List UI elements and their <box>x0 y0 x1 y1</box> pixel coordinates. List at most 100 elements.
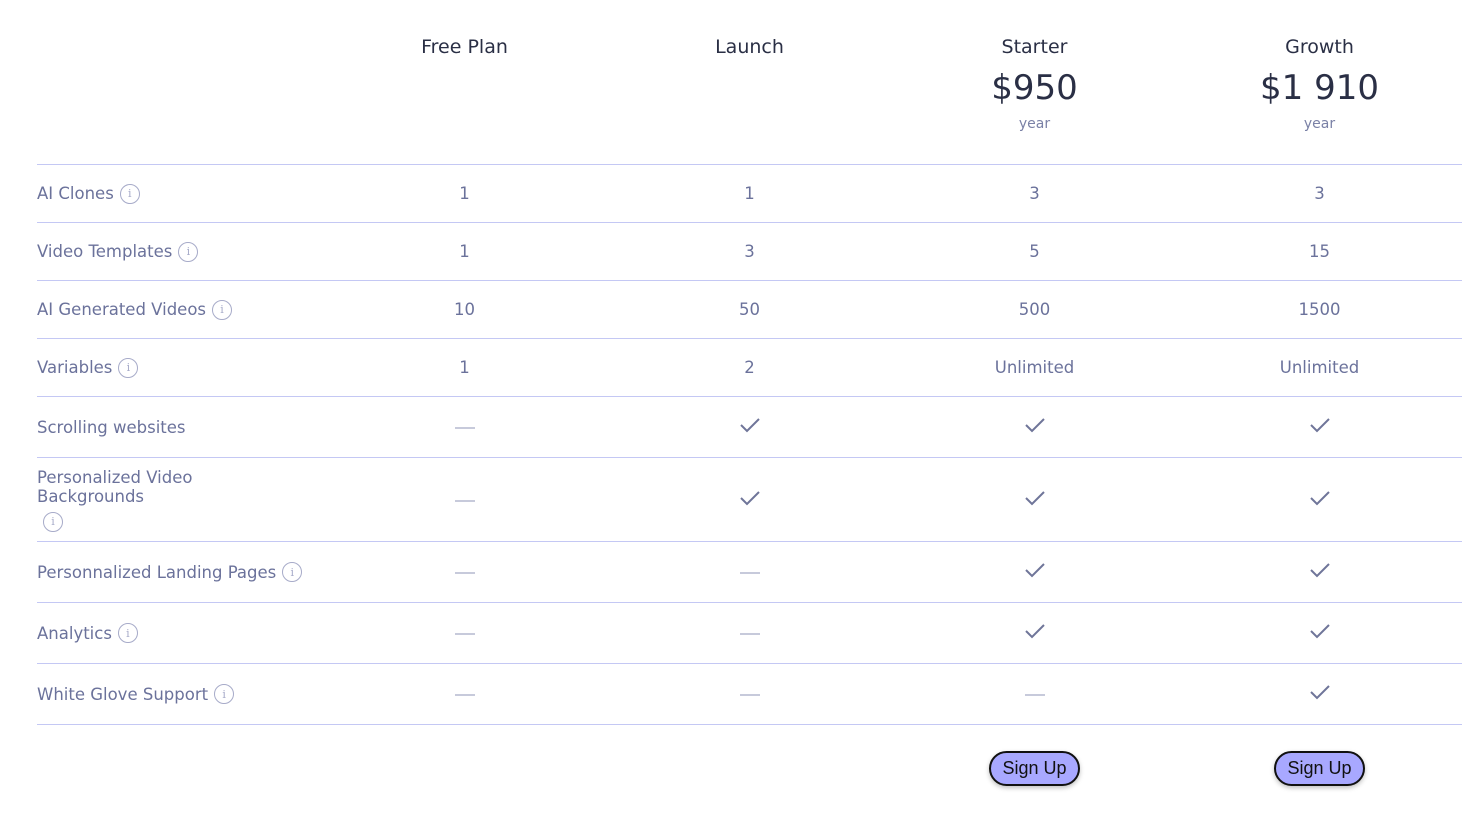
feature-value: 500 <box>892 300 1177 319</box>
plan-header-2: Starter $950 year <box>892 0 1177 164</box>
feature-value <box>322 563 607 582</box>
feature-label: Personnalized Landing Pages i <box>37 562 322 582</box>
feature-value <box>1177 622 1462 644</box>
checkmark-icon <box>739 489 761 511</box>
feature-value <box>607 624 892 643</box>
dash-icon <box>454 572 475 574</box>
info-icon[interactable]: i <box>178 241 199 262</box>
value-text: 3 <box>744 242 755 261</box>
info-icon[interactable]: i <box>119 183 140 204</box>
feature-value: 5 <box>892 242 1177 261</box>
plan-price: $1 910 <box>1260 68 1379 108</box>
feature-value <box>892 561 1177 583</box>
table-row: Personalized Video Backgrounds i <box>37 458 1462 542</box>
feature-label: White Glove Support i <box>37 684 322 704</box>
feature-value <box>607 489 892 511</box>
feature-label: Scrolling websites <box>37 418 322 437</box>
dash-icon <box>739 633 760 635</box>
feature-value <box>1177 489 1462 511</box>
table-row: Video Templates i 1 3 5 15 <box>37 223 1462 281</box>
table-footer: Sign Up Sign Up <box>37 725 1462 811</box>
feature-value: Unlimited <box>1177 358 1462 377</box>
feature-name: Analytics <box>37 623 112 643</box>
feature-name: White Glove Support <box>37 684 209 704</box>
feature-value <box>322 490 607 509</box>
value-text: 500 <box>1018 300 1051 319</box>
checkmark-icon <box>1309 416 1331 438</box>
info-icon[interactable]: i <box>214 684 235 704</box>
value-text: 50 <box>739 300 760 319</box>
dash-icon <box>454 633 475 635</box>
feature-name: Variables <box>37 358 113 377</box>
info-icon[interactable]: i <box>282 562 303 582</box>
checkmark-icon <box>1024 416 1046 438</box>
table-row: AI Generated Videos i 10 50 500 1500 <box>37 281 1462 339</box>
feature-value: 1 <box>322 242 607 261</box>
value-text: 3 <box>1314 184 1325 203</box>
checkmark-icon <box>1309 489 1331 511</box>
info-icon[interactable]: i <box>118 357 139 378</box>
info-icon[interactable]: i <box>212 299 233 320</box>
feature-name: Personalized Video Backgrounds <box>37 467 193 506</box>
table-row: Variables i 1 2 Unlimited Unlimited <box>37 339 1462 397</box>
feature-value <box>607 416 892 438</box>
plan-name: Launch <box>715 36 784 58</box>
feature-value: 1 <box>322 184 607 203</box>
feature-label: Variables i <box>37 357 322 378</box>
dash-icon <box>739 694 760 696</box>
plan-header-0: Free Plan <box>322 0 607 164</box>
checkmark-icon <box>1309 561 1331 583</box>
sign-up-button[interactable]: Sign Up <box>989 750 1080 786</box>
checkmark-icon <box>1024 561 1046 583</box>
feature-value: 1500 <box>1177 300 1462 319</box>
checkmark-icon <box>1024 622 1046 644</box>
value-text: 15 <box>1309 242 1330 261</box>
dash-icon <box>1024 694 1045 696</box>
feature-value <box>892 489 1177 511</box>
feature-name: Personnalized Landing Pages <box>37 562 277 582</box>
plan-period: year <box>1303 116 1336 132</box>
feature-name: AI Clones <box>37 184 114 203</box>
info-icon[interactable]: i <box>117 623 138 643</box>
checkmark-icon <box>1309 683 1331 705</box>
feature-value: 10 <box>322 300 607 319</box>
feature-value <box>607 685 892 704</box>
checkmark-icon <box>1309 622 1331 644</box>
sign-up-button[interactable]: Sign Up <box>1274 750 1365 786</box>
feature-value: 1 <box>322 358 607 377</box>
checkmark-icon <box>739 416 761 438</box>
value-text: 1500 <box>1298 300 1341 319</box>
feature-value: 3 <box>607 242 892 261</box>
dash-icon <box>454 499 475 502</box>
value-text: 3 <box>1029 184 1040 203</box>
dash-icon <box>454 427 475 429</box>
value-text: 1 <box>459 184 470 203</box>
feature-value <box>322 624 607 643</box>
plan-name: Free Plan <box>421 36 508 58</box>
feature-name: Video Templates <box>37 242 173 261</box>
table-header: Free Plan Launch Starter $950 year Growth $1 9… <box>37 0 1462 165</box>
plan-header-3: Growth $1 910 year <box>1177 0 1462 164</box>
feature-value <box>1177 561 1462 583</box>
feature-label: AI Generated Videos i <box>37 299 322 320</box>
plan-header-1: Launch <box>607 0 892 164</box>
feature-value: 2 <box>607 358 892 377</box>
dash-icon <box>739 572 760 574</box>
table-row: White Glove Support i <box>37 664 1462 725</box>
feature-value <box>892 416 1177 438</box>
feature-label: Video Templates i <box>37 241 322 262</box>
feature-value: Unlimited <box>892 358 1177 377</box>
plan-cta-cell: Sign Up <box>892 750 1177 786</box>
feature-value <box>892 685 1177 704</box>
value-text: 5 <box>1029 242 1040 261</box>
table-row: Scrolling websites <box>37 397 1462 458</box>
value-text: 1 <box>744 184 755 203</box>
table-row: AI Clones i 1 1 3 3 <box>37 165 1462 223</box>
feature-value: 50 <box>607 300 892 319</box>
info-icon[interactable]: i <box>43 511 63 532</box>
table-row: Analytics i <box>37 603 1462 664</box>
feature-value: 15 <box>1177 242 1462 261</box>
pricing-comparison-table: Free Plan Launch Starter $950 year Growth $1 9… <box>37 0 1462 811</box>
plan-price: $950 <box>991 68 1078 108</box>
feature-value <box>322 418 607 437</box>
